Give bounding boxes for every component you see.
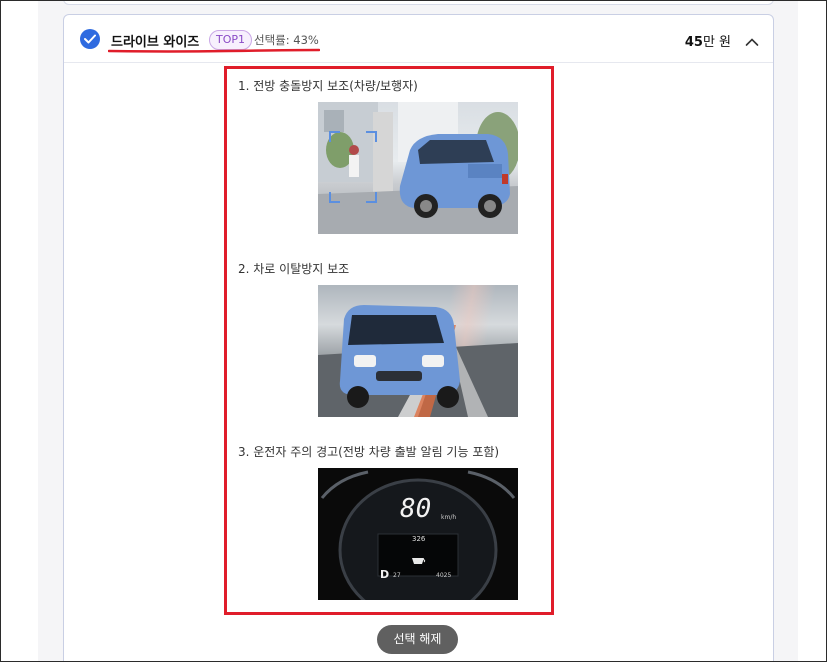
red-underline-annotation xyxy=(108,48,320,53)
option-price: 45만 원 xyxy=(685,31,731,50)
deselect-button[interactable]: 선택 해제 xyxy=(377,625,458,654)
price-number: 45 xyxy=(684,35,703,50)
check-icon[interactable] xyxy=(80,29,100,49)
price-unit: 만 원 xyxy=(702,35,731,50)
chevron-up-icon[interactable] xyxy=(745,32,759,51)
option-header[interactable]: 드라이브 와이즈 TOP1 선택률: 43% 45만 원 xyxy=(64,15,773,63)
top-badge: TOP1 xyxy=(209,30,253,50)
previous-option-card xyxy=(63,0,774,5)
selection-rate: 선택률: 43% xyxy=(254,33,319,47)
red-highlight-box xyxy=(224,66,554,615)
